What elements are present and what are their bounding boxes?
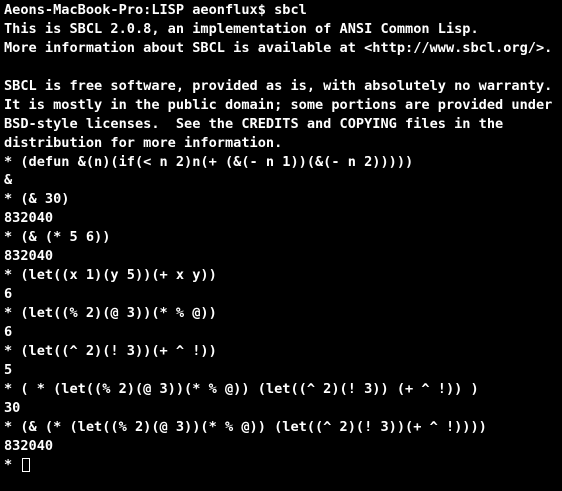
repl-input-line: * (let((x 1)(y 5))(+ x y)) <box>4 267 217 284</box>
output-line: This is SBCL 2.0.8, an implementation of… <box>4 20 479 37</box>
terminal-window[interactable]: Aeons-MacBook-Pro:LISP aeonflux$ sbcl Th… <box>0 0 562 491</box>
shell-prompt-line: Aeons-MacBook-Pro:LISP aeonflux$ sbcl <box>4 2 307 18</box>
repl-result-line: 832040 <box>4 248 54 265</box>
repl-result-line: & <box>4 172 13 189</box>
repl-prompt-line[interactable]: * <box>4 456 562 475</box>
text-cursor-icon <box>22 457 31 472</box>
output-line: SBCL is free software, provided as is, w… <box>4 77 553 94</box>
repl-input-line: * (defun &(n)(if(< n 2)n(+ (&(- n 1))(&(… <box>4 153 414 170</box>
output-line: It is mostly in the public domain; some … <box>4 96 553 113</box>
output-line: distribution for more information. <box>4 134 283 151</box>
repl-prompt: * <box>4 456 21 473</box>
repl-result-line: 832040 <box>4 210 54 227</box>
repl-result-line: 5 <box>4 361 13 378</box>
terminal-output: This is SBCL 2.0.8, an implementation of… <box>4 20 562 456</box>
repl-result-line: 6 <box>4 323 13 340</box>
repl-input-line: * (& (* (let((% 2)(@ 3))(* % @)) (let((^… <box>4 418 487 435</box>
repl-input-line: * (let((% 2)(@ 3))(* % @)) <box>4 305 217 321</box>
output-line: BSD-style licenses. See the CREDITS and … <box>4 115 504 132</box>
repl-result-line: 30 <box>4 399 21 416</box>
output-line: More information about SBCL is available… <box>4 39 553 56</box>
repl-input-line: * ( * (let((% 2)(@ 3))(* % @)) (let((^ 2… <box>4 380 479 397</box>
repl-input-line: * (let((^ 2)(! 3))(+ ^ !)) <box>4 342 217 359</box>
repl-input-line: * (& (* 5 6)) <box>4 229 111 246</box>
repl-result-line: 832040 <box>4 437 54 454</box>
repl-input-line: * (& 30) <box>4 191 70 208</box>
repl-result-line: 6 <box>4 286 13 303</box>
